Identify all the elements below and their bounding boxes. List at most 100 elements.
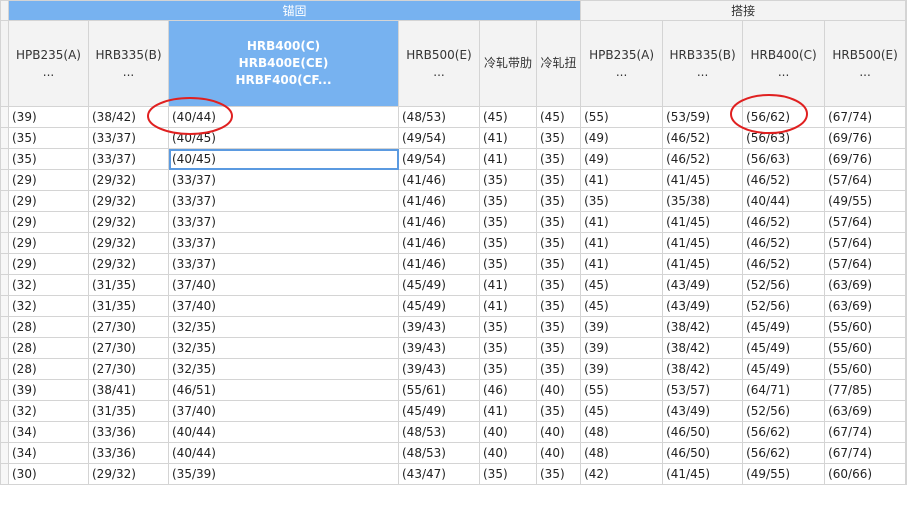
table-cell[interactable]: (35): [479, 316, 537, 338]
table-cell[interactable]: (43/47): [398, 463, 480, 485]
table-cell[interactable]: (48): [580, 421, 664, 443]
table-cell[interactable]: (35): [535, 253, 582, 275]
table-cell[interactable]: (33/37): [168, 190, 399, 212]
table-cell[interactable]: (41): [479, 148, 537, 170]
table-cell[interactable]: (53/57): [662, 379, 744, 401]
table-cell[interactable]: (35): [479, 463, 537, 485]
group-anchor-header[interactable]: 锚固: [7, 0, 582, 21]
col-anchor-cold-rolled-twisted-header[interactable]: 冷轧扭: [535, 20, 582, 107]
table-cell[interactable]: (64/71): [742, 379, 826, 401]
table-cell[interactable]: (56/62): [742, 442, 826, 464]
row-gutter[interactable]: [0, 253, 9, 275]
col-lap-hrb335-header[interactable]: HRB335(B)...: [662, 20, 744, 107]
table-cell[interactable]: (29): [8, 232, 89, 254]
table-cell[interactable]: (45): [479, 106, 537, 128]
col-lap-hpb235-header[interactable]: HPB235(A)...: [580, 20, 664, 107]
table-cell[interactable]: (46/52): [742, 211, 826, 233]
table-cell[interactable]: (35): [535, 316, 582, 338]
row-gutter[interactable]: [0, 169, 9, 191]
table-cell[interactable]: (63/69): [824, 400, 907, 422]
table-cell[interactable]: (41): [479, 127, 537, 149]
table-cell[interactable]: (45/49): [398, 274, 480, 296]
table-cell[interactable]: (55): [580, 106, 664, 128]
table-cell[interactable]: (41/45): [662, 211, 744, 233]
table-cell[interactable]: (41/46): [398, 253, 480, 275]
table-cell[interactable]: (46/52): [742, 169, 826, 191]
table-cell[interactable]: (57/64): [824, 232, 907, 254]
table-cell[interactable]: (35): [479, 169, 537, 191]
table-cell[interactable]: (40/44): [168, 442, 399, 464]
table-cell[interactable]: (42): [580, 463, 664, 485]
table-cell[interactable]: (38/42): [662, 337, 744, 359]
col-anchor-hrb335-header[interactable]: HRB335(B)...: [88, 20, 169, 107]
table-cell[interactable]: (57/64): [824, 169, 907, 191]
col-anchor-hrb500-header[interactable]: HRB500(E)...: [398, 20, 480, 107]
table-cell[interactable]: (28): [8, 316, 89, 338]
table-cell[interactable]: (38/41): [88, 379, 169, 401]
table-cell[interactable]: (28): [8, 358, 89, 380]
table-cell[interactable]: (41/46): [398, 232, 480, 254]
table-cell[interactable]: (45/49): [398, 295, 480, 317]
table-cell[interactable]: (29/32): [88, 169, 169, 191]
table-cell[interactable]: (32/35): [168, 316, 399, 338]
table-cell[interactable]: (40): [535, 442, 582, 464]
row-gutter[interactable]: [0, 274, 9, 296]
col-anchor-cold-rolled-ribbed-header[interactable]: 冷轧带肋: [479, 20, 537, 107]
table-cell[interactable]: (49): [580, 127, 664, 149]
table-cell[interactable]: (39/43): [398, 316, 480, 338]
table-cell[interactable]: (35): [479, 232, 537, 254]
table-cell[interactable]: (35): [535, 400, 582, 422]
table-cell[interactable]: (40): [479, 442, 537, 464]
table-cell[interactable]: (35): [535, 232, 582, 254]
table-cell[interactable]: (39/43): [398, 337, 480, 359]
table-cell[interactable]: (48/53): [398, 442, 480, 464]
active-cell[interactable]: (40/45): [168, 148, 399, 170]
row-gutter[interactable]: [0, 106, 9, 128]
table-cell[interactable]: (52/56): [742, 274, 826, 296]
table-cell[interactable]: (46/50): [662, 442, 744, 464]
row-gutter[interactable]: [0, 211, 9, 233]
table-cell[interactable]: (53/59): [662, 106, 744, 128]
table-cell[interactable]: (33/36): [88, 421, 169, 443]
table-cell[interactable]: (34): [8, 421, 89, 443]
table-cell[interactable]: (67/74): [824, 442, 907, 464]
col-lap-hrb500-header[interactable]: HRB500(E)...: [824, 20, 907, 107]
group-lap-header[interactable]: 搭接: [580, 0, 907, 21]
table-cell[interactable]: (49/55): [824, 190, 907, 212]
table-cell[interactable]: (46/52): [742, 253, 826, 275]
table-cell[interactable]: (41/45): [662, 169, 744, 191]
table-cell[interactable]: (35/39): [168, 463, 399, 485]
table-cell[interactable]: (48/53): [398, 106, 480, 128]
table-cell[interactable]: (40): [535, 379, 582, 401]
table-cell[interactable]: (33/37): [88, 127, 169, 149]
table-cell[interactable]: (39): [8, 106, 89, 128]
table-cell[interactable]: (55/60): [824, 358, 907, 380]
table-cell[interactable]: (29/32): [88, 232, 169, 254]
row-gutter[interactable]: [0, 442, 9, 464]
row-gutter[interactable]: [0, 295, 9, 317]
table-cell[interactable]: (43/49): [662, 400, 744, 422]
table-cell[interactable]: (35/38): [662, 190, 744, 212]
table-cell[interactable]: (56/62): [742, 421, 826, 443]
table-cell[interactable]: (41/45): [662, 253, 744, 275]
table-cell[interactable]: (45): [580, 295, 664, 317]
table-cell[interactable]: (29/32): [88, 190, 169, 212]
table-cell[interactable]: (55/60): [824, 316, 907, 338]
row-gutter[interactable]: [0, 190, 9, 212]
table-cell[interactable]: (45): [535, 106, 582, 128]
table-cell[interactable]: (35): [535, 274, 582, 296]
table-cell[interactable]: (38/42): [88, 106, 169, 128]
table-cell[interactable]: (32): [8, 400, 89, 422]
table-cell[interactable]: (39): [580, 358, 664, 380]
table-cell[interactable]: (27/30): [88, 337, 169, 359]
table-cell[interactable]: (33/37): [168, 232, 399, 254]
table-cell[interactable]: (56/63): [742, 127, 826, 149]
table-cell[interactable]: (52/56): [742, 400, 826, 422]
col-lap-hrb400-header[interactable]: HRB400(C)...: [742, 20, 826, 107]
table-cell[interactable]: (33/37): [88, 148, 169, 170]
table-cell[interactable]: (39): [8, 379, 89, 401]
table-cell[interactable]: (35): [535, 169, 582, 191]
table-cell[interactable]: (45): [580, 400, 664, 422]
table-cell[interactable]: (69/76): [824, 127, 907, 149]
table-cell[interactable]: (29/32): [88, 463, 169, 485]
